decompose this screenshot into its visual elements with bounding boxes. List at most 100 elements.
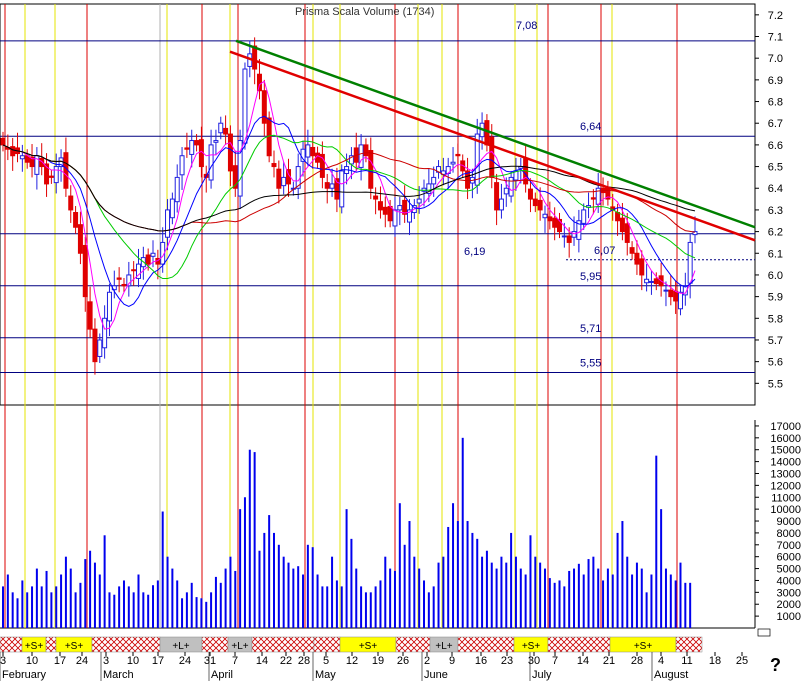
volume-bar — [621, 521, 624, 628]
volume-bar — [553, 582, 556, 628]
candle-body — [329, 183, 335, 189]
date-label: 10 — [26, 655, 38, 667]
volume-bar — [529, 535, 532, 628]
chart-background — [0, 0, 803, 681]
candle-body — [165, 209, 171, 238]
volume-tick-label: 15000 — [770, 445, 801, 457]
candle-body — [687, 241, 693, 284]
signal-label: +L+ — [172, 641, 189, 652]
volume-bar — [500, 556, 503, 628]
date-label: 14 — [256, 655, 268, 667]
volume-tick-label: 6000 — [777, 552, 801, 564]
candle-body — [53, 166, 59, 184]
volume-tick-label: 11000 — [771, 492, 801, 504]
volume-bar — [302, 574, 305, 628]
volume-bar — [69, 568, 72, 628]
volume-bar — [461, 437, 464, 628]
volume-bar — [626, 556, 629, 628]
volume-bar — [326, 586, 329, 628]
volume-bar — [631, 574, 634, 628]
candle-body — [339, 170, 345, 208]
volume-bar — [60, 574, 63, 628]
price-tick-label: 6.5 — [768, 162, 783, 174]
candle-body — [527, 188, 533, 200]
price-tick-label: 5.7 — [768, 335, 783, 347]
date-label: 19 — [372, 655, 384, 667]
volume-bar — [369, 592, 372, 628]
candle-body — [397, 205, 403, 211]
candle-body — [252, 45, 258, 70]
date-label: 22 — [280, 655, 292, 667]
level-label: 5,71 — [580, 323, 601, 335]
volume-tick-label: 17000 — [770, 421, 801, 433]
candle-body — [629, 247, 635, 254]
volume-bar — [650, 574, 653, 628]
volume-bar — [147, 594, 150, 628]
candle-body — [73, 212, 79, 228]
candle-body — [218, 122, 224, 134]
candle-body — [271, 163, 277, 168]
level-label: 5,55 — [580, 357, 601, 369]
volume-bar — [316, 574, 319, 628]
volume-bar — [166, 556, 169, 628]
volume-bar — [340, 586, 343, 628]
volume-bar — [558, 580, 561, 628]
candle-body — [644, 278, 650, 284]
volume-bar — [268, 515, 271, 628]
volume-bar — [219, 582, 222, 628]
stock-chart: 7,08 6,64 6,19 6,07 5,95 5,71 5,55 7.2 7.1 7.0 6.9… — [0, 0, 803, 681]
signal-segment — [547, 636, 611, 653]
volume-bar — [50, 592, 53, 628]
volume-bar — [239, 509, 242, 628]
candle-body — [619, 217, 625, 233]
volume-bar — [142, 592, 145, 628]
candle-body — [19, 155, 25, 160]
signal-segment — [395, 636, 431, 653]
volume-bar — [93, 562, 96, 628]
candle-body — [131, 269, 137, 272]
price-tick-label: 5.8 — [768, 313, 783, 325]
volume-bar — [181, 598, 184, 628]
help-button[interactable]: ? — [770, 655, 781, 676]
volume-tick-label: 5000 — [777, 564, 801, 576]
volume-bar — [432, 586, 435, 628]
signal-strip: +S+ +S+ +L+ +L+ +S+ +L+ +S+ +S+ — [0, 636, 703, 653]
volume-bar — [161, 511, 164, 628]
date-label: 28 — [298, 655, 310, 667]
chart-title: Prisma Scala Volume (1734) — [295, 6, 434, 18]
volume-bar — [16, 598, 19, 628]
candle-body — [102, 317, 108, 349]
volume-tick-label: 13000 — [770, 468, 801, 480]
volume-bar — [669, 574, 672, 628]
candle-body — [324, 182, 330, 189]
volume-bar — [98, 574, 101, 628]
date-label: 7 — [232, 655, 238, 667]
level-label: 5,95 — [580, 271, 601, 283]
volume-bar — [103, 535, 106, 628]
volume-bar — [379, 580, 382, 628]
volume-bar — [360, 586, 363, 628]
candle-body — [77, 224, 83, 254]
price-tick-label: 6.6 — [768, 140, 783, 152]
volume-bar — [573, 568, 576, 628]
date-label: 24 — [76, 655, 88, 667]
candle-body — [145, 254, 151, 265]
date-label: 5 — [323, 655, 329, 667]
volume-bar — [200, 598, 203, 628]
candle-body — [508, 176, 514, 197]
volume-bar — [108, 592, 111, 628]
candle-body — [387, 205, 393, 222]
candle-body — [653, 278, 659, 285]
volume-bar — [205, 601, 208, 628]
volume-bar — [55, 586, 58, 628]
month-label: May — [315, 669, 336, 681]
scroll-box — [757, 628, 771, 637]
volume-bar — [258, 550, 261, 628]
date-label: 24 — [179, 655, 191, 667]
candle-body — [363, 144, 369, 157]
signal-segment — [201, 636, 229, 653]
candle-body — [242, 68, 248, 144]
date-label: 31 — [204, 655, 216, 667]
volume-bar — [577, 563, 580, 628]
volume-bar — [427, 592, 430, 628]
